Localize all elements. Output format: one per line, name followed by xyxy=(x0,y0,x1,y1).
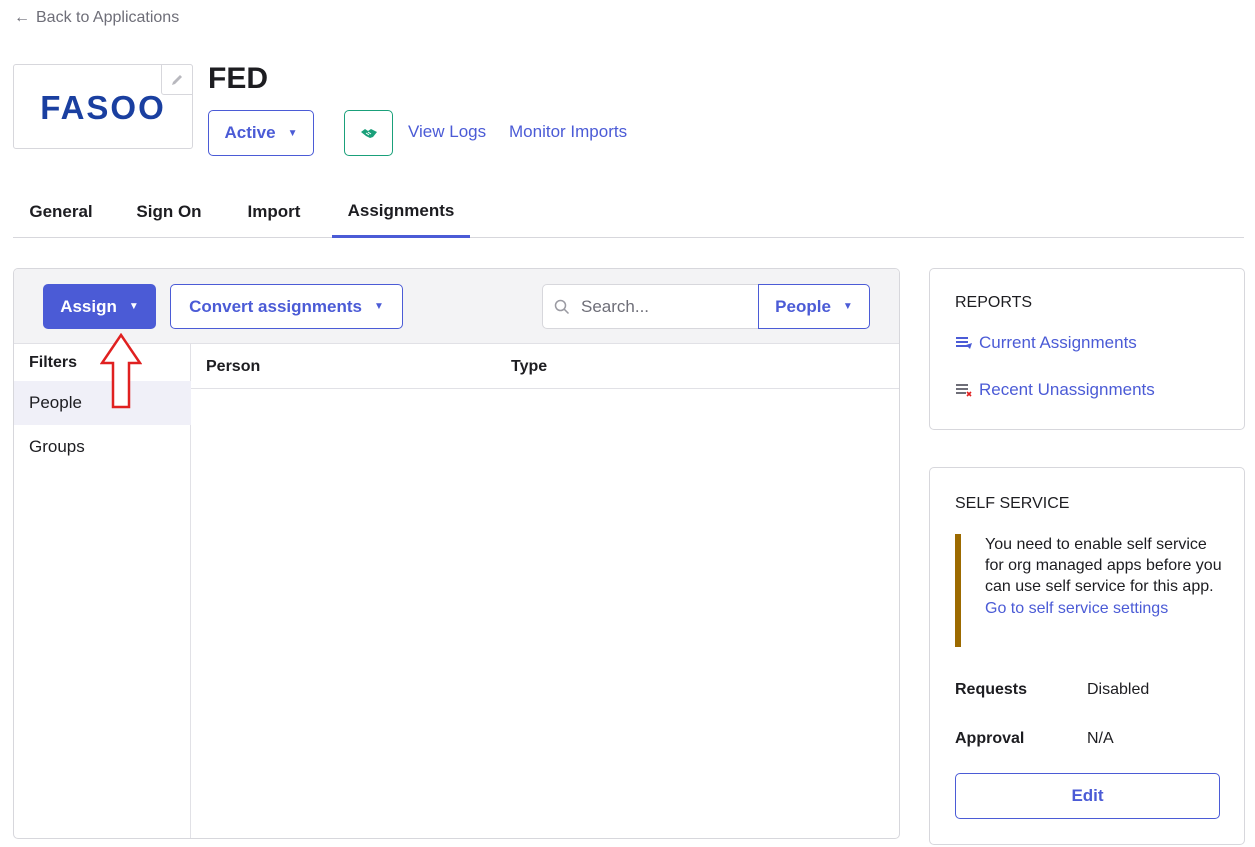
view-logs-link[interactable]: View Logs xyxy=(408,122,486,142)
filters-sidebar: Filters People Groups xyxy=(14,344,191,838)
tab-general[interactable]: General xyxy=(13,186,109,238)
handshake-button[interactable] xyxy=(344,110,393,156)
current-assignments-link[interactable]: Current Assignments xyxy=(955,333,1137,353)
approval-label: Approval xyxy=(955,730,1025,747)
approval-value: N/A xyxy=(1087,730,1114,747)
assignments-toolbar: Assign ▼ Convert assignments ▼ People ▼ xyxy=(14,269,899,344)
recent-unassignments-label: Recent Unassignments xyxy=(979,380,1155,399)
recent-unassignments-link[interactable]: Recent Unassignments xyxy=(955,380,1155,400)
assign-label: Assign xyxy=(60,296,117,316)
search-icon xyxy=(543,299,581,315)
column-type[interactable]: Type xyxy=(511,358,547,376)
chevron-down-icon: ▼ xyxy=(128,301,139,312)
edit-logo-button[interactable] xyxy=(161,64,193,95)
assignments-panel: Assign ▼ Convert assignments ▼ People ▼ … xyxy=(13,268,900,839)
search-input[interactable] xyxy=(581,296,751,317)
logo-text: FASOO xyxy=(40,88,166,126)
self-service-notice-text: You need to enable self service for org … xyxy=(985,536,1222,595)
filters-title: Filters xyxy=(29,354,78,371)
chevron-down-icon: ▼ xyxy=(287,127,298,139)
assign-button[interactable]: Assign ▼ xyxy=(43,284,156,329)
requests-label: Requests xyxy=(955,681,1028,698)
report-remove-icon xyxy=(956,384,972,397)
tab-assignments[interactable]: Assignments xyxy=(332,186,470,238)
current-assignments-label: Current Assignments xyxy=(979,333,1137,352)
filter-groups[interactable]: Groups xyxy=(14,425,191,469)
edit-self-service-button[interactable]: Edit xyxy=(955,773,1220,819)
monitor-imports-link[interactable]: Monitor Imports xyxy=(509,122,627,142)
search-scope-dropdown[interactable]: People ▼ xyxy=(758,284,870,329)
app-logo: FASOO xyxy=(13,64,193,149)
column-person[interactable]: Person xyxy=(206,358,260,376)
convert-assignments-button[interactable]: Convert assignments ▼ xyxy=(170,284,403,329)
back-link-label: Back to Applications xyxy=(36,9,180,26)
tab-sign-on[interactable]: Sign On xyxy=(123,186,215,238)
app-title: FED xyxy=(208,62,268,95)
reports-title: REPORTS xyxy=(955,294,1033,311)
status-label: Active xyxy=(224,123,276,142)
report-grid-icon xyxy=(956,337,972,349)
chevron-down-icon: ▼ xyxy=(842,301,853,312)
back-to-applications-link[interactable]: ← Back to Applications xyxy=(14,9,179,27)
self-service-settings-link[interactable]: Go to self service settings xyxy=(985,600,1223,618)
table-header: Person Type xyxy=(191,344,899,389)
chevron-down-icon: ▼ xyxy=(373,301,384,312)
search-scope-label: People xyxy=(775,296,831,316)
self-service-title: SELF SERVICE xyxy=(955,495,1070,512)
tab-bar: General Sign On Import Assignments xyxy=(13,186,1244,238)
annotation-arrow-icon xyxy=(100,333,142,409)
status-dropdown[interactable]: Active ▼ xyxy=(208,110,314,156)
self-service-card: SELF SERVICE You need to enable self ser… xyxy=(929,467,1245,845)
requests-value: Disabled xyxy=(1087,681,1150,698)
tab-import[interactable]: Import xyxy=(232,186,316,238)
search-box xyxy=(542,284,760,329)
reports-card: REPORTS Current Assignments Recent Unass… xyxy=(929,268,1245,430)
handshake-icon xyxy=(360,129,377,138)
convert-label: Convert assignments xyxy=(189,296,362,316)
arrow-left-icon: ← xyxy=(14,9,30,26)
pencil-icon xyxy=(172,74,182,85)
self-service-notice: You need to enable self service for org … xyxy=(955,534,1223,647)
